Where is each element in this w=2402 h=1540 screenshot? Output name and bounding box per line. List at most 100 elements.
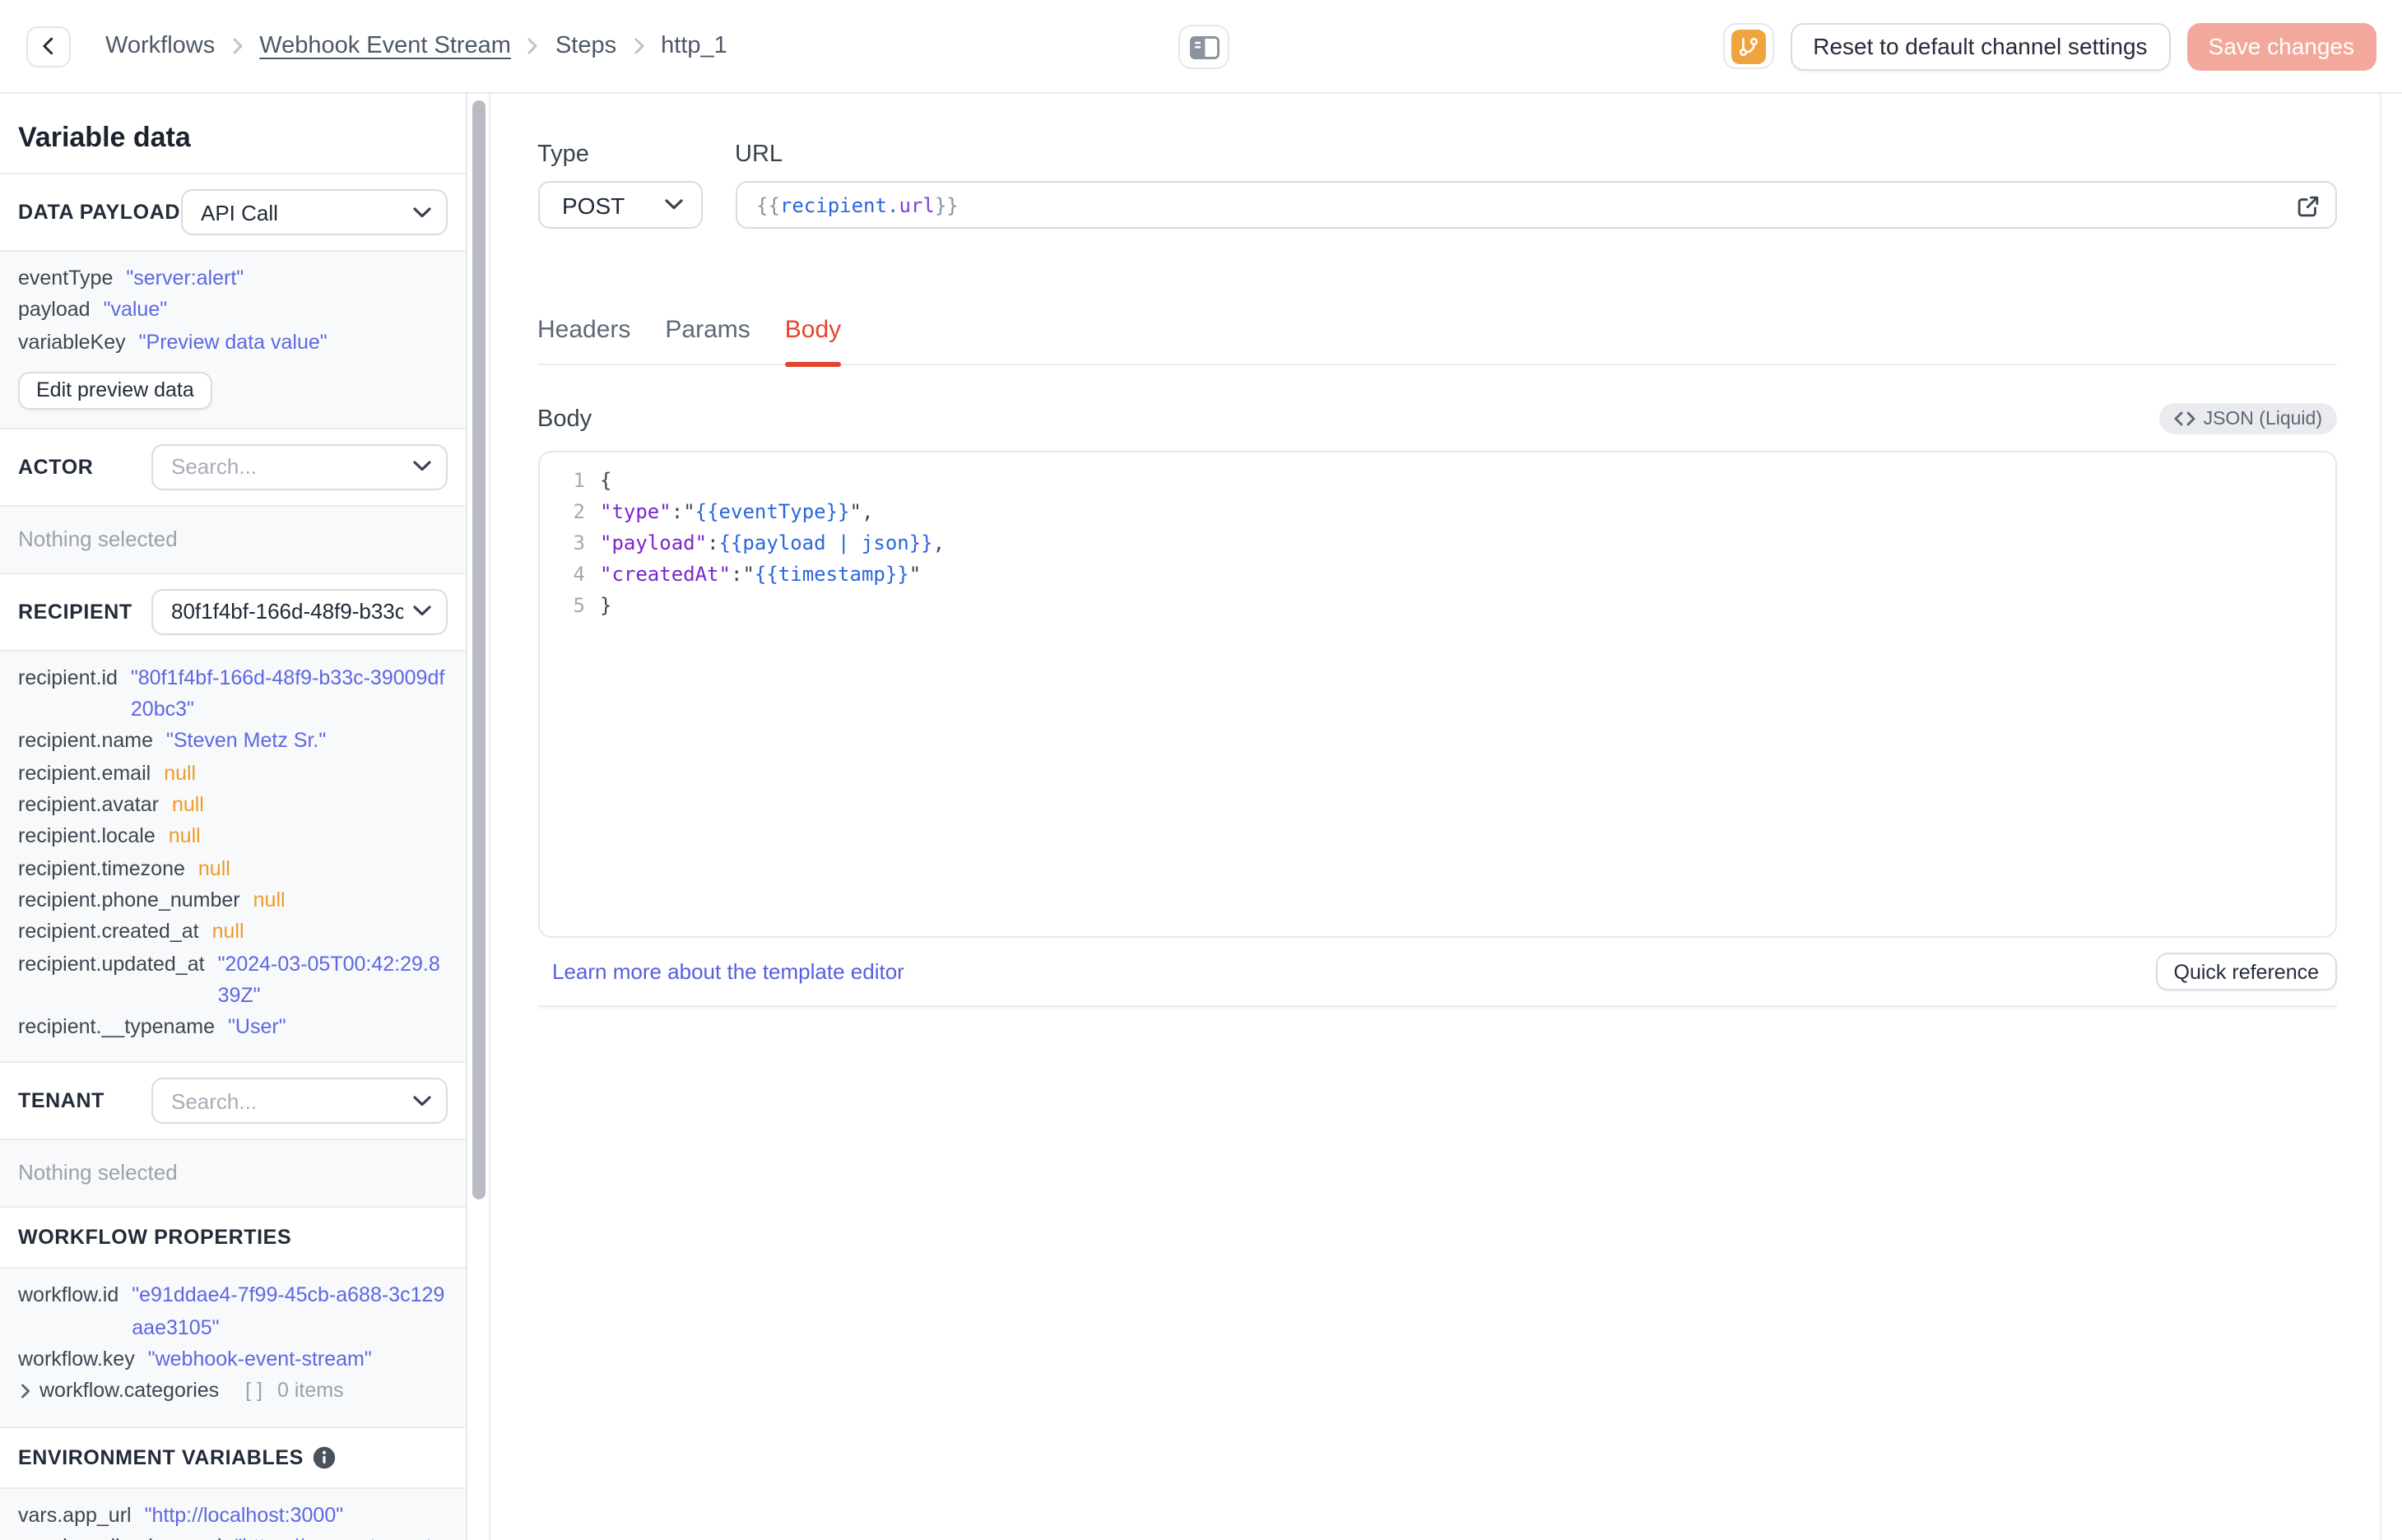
variable-value: "server:alert" [126,267,244,290]
code-icon [2174,411,2195,426]
variable-row: recipient.email null [18,758,448,791]
commit-changes-button[interactable] [1722,23,1774,69]
data-payload-label: DATA PAYLOAD [18,201,181,224]
code-token: : [671,500,684,523]
breadcrumb-step-key: http_1 [661,33,727,59]
recipient-selected-value: 80f1f4bf-166d-48f9-b33c [171,599,403,624]
recipient-select[interactable]: 80f1f4bf-166d-48f9-b33c [151,588,448,635]
chevron-down-icon [413,462,431,473]
type-field: Type POST [537,141,702,229]
template-code-editor[interactable]: 1{2 "type": " {{eventType}} ", 3 "payload": {… [537,451,2337,938]
line-number: 1 [573,469,585,492]
tenant-search-placeholder: Search... [171,1088,258,1114]
variable-key: payload [18,298,91,322]
variable-value: "80f1f4bf-166d-48f9-b33c-39009df20bc3" [130,666,445,721]
code-token: : [707,531,719,554]
url-token: url [899,193,935,216]
chevron-down-icon [413,1096,431,1107]
variable-row: recipient.id "80f1f4bf-166d-48f9-b33c-390… [18,663,448,726]
info-icon[interactable] [314,1445,337,1468]
variable-row: eventType "server:alert" [18,263,448,295]
environment-rows: vars.app_url"http://localhost:3000"vars.… [18,1500,448,1540]
external-link-icon[interactable] [2296,194,2321,219]
header-actions: Reset to default channel settings Save c… [1722,22,2376,70]
actor-row: ACTOR Search... [0,429,466,507]
breadcrumb-separator-icon [633,38,644,54]
learn-more-link[interactable]: Learn more about the template editor [552,959,904,984]
variable-data-sidebar: Variable data DATA PAYLOAD API Call even… [0,94,467,1540]
toggle-sidebar-button[interactable] [1178,25,1229,69]
workflow-categories-row[interactable]: workflow.categories [ ] 0 items [18,1376,448,1408]
variable-row: vars.branding.logo_url "https://account-a… [18,1532,448,1540]
variable-row: workflow.key "webhook-event-stream" [18,1344,448,1376]
edit-preview-data-button[interactable]: Edit preview data [18,371,212,410]
actor-empty-text: Nothing selected [18,526,178,551]
tab-headers[interactable]: Headers [537,316,630,364]
workflow-properties-header: WORKFLOW PROPERTIES [0,1208,466,1269]
variable-row: vars.app_url "http://localhost:3000" [18,1500,448,1532]
recipient-row: RECIPIENT 80f1f4bf-166d-48f9-b33c [0,573,466,652]
sidebar-scrollbar-thumb[interactable] [472,100,485,1199]
app-window: Workflows Webhook Event Stream Steps htt… [0,0,2402,1540]
breadcrumb-workflows[interactable]: Workflows [105,33,215,59]
variable-row: variableKey "Preview data value" [18,327,448,359]
variable-key: vars.branding.logo_url [18,1532,221,1540]
variable-value: "https://account-assets.knock.app/42d161… [235,1532,448,1540]
actor-search-select[interactable]: Search... [151,443,448,490]
http-method-select[interactable]: POST [537,181,702,229]
git-branch-icon [1731,29,1766,63]
editor-footer: Learn more about the template editor Qui… [537,938,2337,1007]
code-token: " [849,500,862,523]
chevron-left-icon [37,35,60,58]
body-panel-header: Body JSON (Liquid) [537,403,2337,434]
actor-search-placeholder: Search... [171,454,258,480]
url-input[interactable]: {{recipient.url}} [735,181,2337,229]
line-number: 4 [573,563,585,586]
tab-params[interactable]: Params [665,316,750,364]
quick-reference-button[interactable]: Quick reference [2155,953,2337,990]
variable-value: "webhook-event-stream" [147,1348,372,1371]
content-row: Variable data DATA PAYLOAD API Call even… [0,94,2402,1540]
variable-row: recipient.phone_number null [18,885,448,917]
data-payload-rows: eventType "server:alert" payload "value" var… [18,263,448,359]
sidebar-layout-icon [1189,35,1219,58]
code-line: 1{ [539,466,2335,497]
breadcrumb-separator-icon [231,38,243,54]
tenant-search-select[interactable]: Search... [151,1078,448,1125]
variable-key: eventType [18,267,114,290]
chevron-down-icon [413,606,431,618]
type-label: Type [537,141,589,168]
environment-variables-header: ENVIRONMENT VARIABLES [0,1427,466,1489]
sidebar-scrollbar-track [467,94,490,1540]
recipient-label: RECIPIENT [18,600,132,624]
variable-row: recipient.name "Steven Metz Sr." [18,726,448,758]
code-token: " [742,563,755,586]
variable-row: payload "value" [18,295,448,327]
breadcrumb-steps[interactable]: Steps [555,33,616,59]
code-line: 3 "payload": {{payload | json}}, [539,528,2335,559]
breadcrumb-workflow-name[interactable]: Webhook Event Stream [259,33,511,59]
variable-key: recipient.updated_at [18,952,205,976]
http-method-value: POST [562,192,625,218]
data-payload-selected-value: API Call [201,200,278,225]
tab-body[interactable]: Body [784,316,842,366]
step-editor-main: Type POST URL {{recipient.url}} Headers … [490,94,2402,1540]
variable-row: recipient.__typename "User" [18,1012,448,1044]
code-token: {{eventType}} [695,500,850,523]
code-token: "payload" [600,531,708,554]
variable-value: "e91ddae4-7f99-45cb-a688-3c129aae3105" [132,1283,445,1339]
expand-chevron-icon [20,1385,31,1399]
code-token: {{timestamp}} [754,563,909,586]
variable-row: recipient.created_at null [18,917,448,949]
data-payload-values-section: eventType "server:alert" payload "value" var… [0,252,466,429]
back-button[interactable] [26,26,71,67]
variable-key: recipient.avatar [18,793,159,817]
language-badge: JSON (Liquid) [2158,403,2337,434]
reset-channel-settings-button[interactable]: Reset to default channel settings [1790,22,2171,70]
variable-value: null [171,793,204,817]
variable-key: recipient.locale [18,824,156,848]
environment-variables-label: ENVIRONMENT VARIABLES [18,1445,304,1469]
data-payload-select[interactable]: API Call [181,189,448,235]
variable-key: recipient.phone_number [18,888,240,911]
breadcrumb: Workflows Webhook Event Stream Steps htt… [105,33,727,59]
